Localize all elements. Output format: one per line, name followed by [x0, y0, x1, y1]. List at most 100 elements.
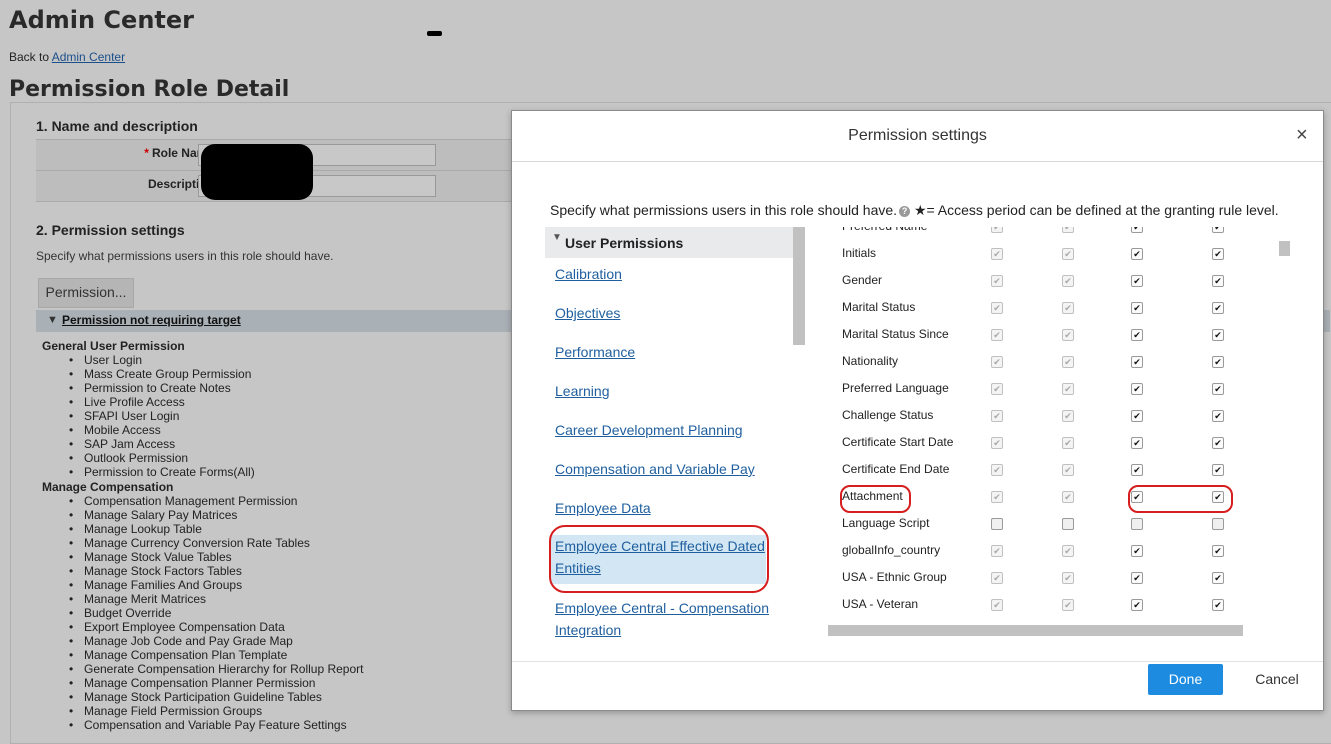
permission-list-item: Manage Job Code and Pay Grade Map — [69, 634, 363, 648]
permission-checkbox[interactable]: ✔ — [1131, 302, 1143, 314]
permission-checkbox: ✔ — [991, 437, 1003, 449]
back-link-row: Back to Admin Center — [9, 50, 125, 64]
table-vertical-scrollbar[interactable] — [1279, 241, 1290, 256]
field-label: Attachment — [842, 489, 903, 503]
permission-checkbox[interactable]: ✔ — [1212, 248, 1224, 260]
permission-checkbox[interactable]: ✔ — [1131, 410, 1143, 422]
permission-checkbox[interactable]: ✔ — [1131, 572, 1143, 584]
permission-button[interactable]: Permission... — [38, 278, 134, 308]
permission-checkbox: ✔ — [991, 491, 1003, 503]
permission-checkbox: ✔ — [991, 383, 1003, 395]
permission-list-item: Manage Compensation Planner Permission — [69, 676, 363, 690]
permission-checkbox[interactable] — [1212, 518, 1224, 530]
permission-list-item: Permission to Create Forms(All) — [69, 465, 363, 479]
permission-checkbox[interactable]: ✔ — [1212, 275, 1224, 287]
permission-list: General User PermissionUser LoginMass Cr… — [42, 338, 363, 732]
permission-list-item: Manage Stock Value Tables — [69, 550, 363, 564]
field-row: USA - Veteran ✔ ✔ ✔ ✔ — [838, 591, 1258, 618]
permission-checkbox[interactable]: ✔ — [1212, 599, 1224, 611]
permission-checkbox[interactable]: ✔ — [1131, 329, 1143, 341]
permission-list-item: Export Employee Compensation Data — [69, 620, 363, 634]
nav-item-employee-central-compensation-integration[interactable]: Employee Central - Compensation Integrat… — [555, 597, 775, 639]
nav-header[interactable]: ▼ User Permissions — [545, 227, 793, 258]
permission-checkbox: ✔ — [1062, 227, 1074, 233]
nav-scrollbar[interactable] — [793, 227, 805, 345]
field-row: Challenge Status ✔ ✔ ✔ ✔ — [838, 402, 1258, 429]
field-label: Marital Status — [842, 300, 916, 314]
redaction-mark — [427, 31, 442, 36]
permission-checkbox: ✔ — [1062, 437, 1074, 449]
dialog-instruction: Specify what permissions users in this r… — [550, 202, 1279, 219]
nav-item-objectives[interactable]: Objectives — [555, 302, 775, 324]
permission-list-item: Manage Compensation Plan Template — [69, 648, 363, 662]
permission-list-item: User Login — [69, 353, 363, 367]
permission-checkbox[interactable]: ✔ — [1131, 464, 1143, 476]
nav-item-compensation-and-variable-pay[interactable]: Compensation and Variable Pay — [555, 458, 775, 480]
field-row: globalInfo_country ✔ ✔ ✔ ✔ — [838, 537, 1258, 564]
category-toggle-link[interactable]: Permission not requiring target — [62, 313, 241, 327]
permission-checkbox[interactable]: ✔ — [1212, 383, 1224, 395]
nav-item-employee-data[interactable]: Employee Data — [555, 497, 775, 519]
permission-list-item: Manage Families And Groups — [69, 578, 363, 592]
cancel-button[interactable]: Cancel — [1242, 664, 1312, 695]
permission-checkbox: ✔ — [1062, 383, 1074, 395]
permission-checkbox[interactable]: ✔ — [1212, 464, 1224, 476]
close-icon[interactable]: × — [1296, 125, 1308, 145]
field-permission-table: Preferred Name ✔ ✔ ✔ ✔ Initials ✔ ✔ ✔ ✔ Gender ✔ ✔ ✔ ✔… — [838, 227, 1258, 625]
permission-checkbox[interactable]: ✔ — [1212, 491, 1224, 503]
permission-checkbox[interactable]: ✔ — [1131, 248, 1143, 260]
nav-item-learning[interactable]: Learning — [555, 380, 775, 402]
instruction-text: Specify what permissions users in this r… — [550, 202, 898, 218]
permission-checkbox: ✔ — [1062, 356, 1074, 368]
permission-checkbox[interactable]: ✔ — [1212, 410, 1224, 422]
field-row: Certificate Start Date ✔ ✔ ✔ ✔ — [838, 429, 1258, 456]
permission-checkbox[interactable]: ✔ — [1131, 599, 1143, 611]
permission-checkbox[interactable]: ✔ — [1131, 227, 1143, 233]
permission-list-item: Manage Merit Matrices — [69, 592, 363, 606]
admin-center-link[interactable]: Admin Center — [52, 50, 125, 64]
permission-checkbox[interactable]: ✔ — [1212, 356, 1224, 368]
permission-list-item: Generate Compensation Hierarchy for Roll… — [69, 662, 363, 676]
permission-checkbox[interactable]: ✔ — [1131, 437, 1143, 449]
permission-checkbox[interactable]: ✔ — [1212, 302, 1224, 314]
permission-checkbox[interactable]: ✔ — [1131, 356, 1143, 368]
permission-checkbox[interactable]: ✔ — [1212, 572, 1224, 584]
permission-checkbox[interactable]: ✔ — [1131, 275, 1143, 287]
permission-checkbox[interactable]: ✔ — [1212, 437, 1224, 449]
permission-group-heading: General User Permission — [42, 339, 185, 353]
permission-checkbox[interactable] — [991, 518, 1003, 530]
field-row: Nationality ✔ ✔ ✔ ✔ — [838, 348, 1258, 375]
page-title: Admin Center — [9, 6, 194, 34]
help-icon[interactable]: ? — [899, 206, 911, 217]
permission-checkbox: ✔ — [1062, 410, 1074, 422]
field-row: Preferred Language ✔ ✔ ✔ ✔ — [838, 375, 1258, 402]
permission-list-item: Outlook Permission — [69, 451, 363, 465]
nav-item-career-development-planning[interactable]: Career Development Planning — [555, 419, 775, 441]
field-label: Language Script — [842, 516, 930, 530]
permission-checkbox[interactable]: ✔ — [1212, 329, 1224, 341]
permission-settings-dialog: Permission settings × Specify what permi… — [511, 110, 1324, 711]
dialog-footer: Done Cancel — [512, 661, 1323, 711]
nav-item-employee-central-effective-dated-entities[interactable]: Employee Central Effective Dated Entitie… — [551, 535, 766, 584]
field-label: Certificate Start Date — [842, 435, 954, 449]
permission-checkbox[interactable]: ✔ — [1212, 545, 1224, 557]
permission-list-item: Manage Lookup Table — [69, 522, 363, 536]
permission-list-item: Live Profile Access — [69, 395, 363, 409]
nav-item-calibration[interactable]: Calibration — [555, 263, 775, 285]
permission-checkbox[interactable]: ✔ — [1131, 491, 1143, 503]
section-name-description: 1. Name and description — [36, 118, 198, 134]
done-button[interactable]: Done — [1148, 664, 1223, 695]
permission-checkbox[interactable] — [1062, 518, 1074, 530]
dialog-header: Permission settings × — [512, 111, 1323, 162]
permission-list-item: Manage Currency Conversion Rate Tables — [69, 536, 363, 550]
section-description: Specify what permissions users in this r… — [36, 249, 334, 263]
permission-checkbox[interactable]: ✔ — [1131, 383, 1143, 395]
permission-checkbox[interactable]: ✔ — [1212, 227, 1224, 233]
permission-checkbox: ✔ — [1062, 545, 1074, 557]
permission-checkbox[interactable]: ✔ — [1131, 545, 1143, 557]
table-horizontal-scrollbar[interactable] — [828, 625, 1243, 636]
permission-checkbox: ✔ — [1062, 275, 1074, 287]
permission-group-heading: Manage Compensation — [42, 480, 174, 494]
nav-item-performance[interactable]: Performance — [555, 341, 775, 363]
chevron-down-icon: ▼ — [552, 232, 562, 243]
